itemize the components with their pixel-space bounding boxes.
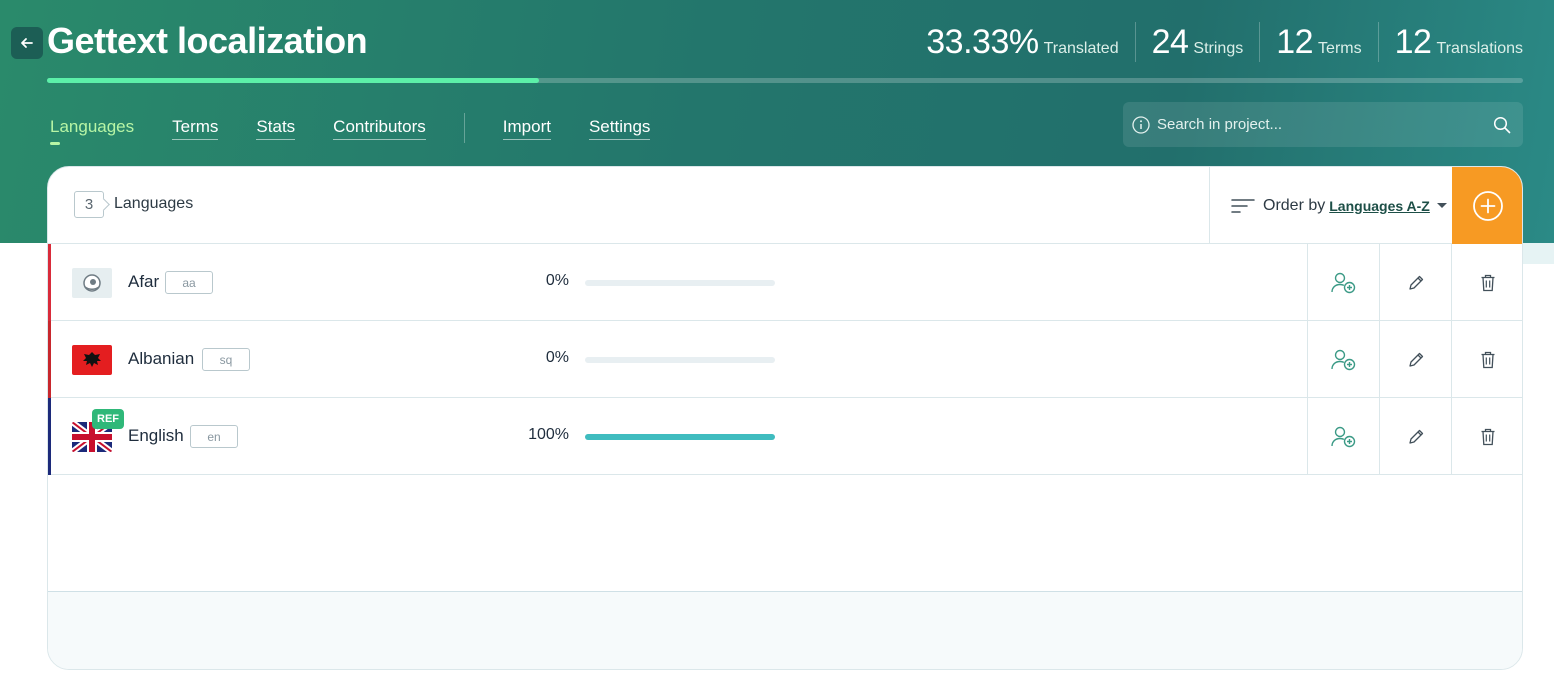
stat-label: Translations xyxy=(1436,40,1523,57)
stat-value: 12 xyxy=(1394,23,1432,61)
albania-flag xyxy=(72,345,112,375)
back-button[interactable] xyxy=(11,27,43,59)
project-tabs: Languages Terms Stats Contributors Impor… xyxy=(50,113,688,145)
stat-value: 33.33% xyxy=(926,23,1039,61)
search-input[interactable] xyxy=(1157,116,1493,133)
stat-label: Strings xyxy=(1193,40,1244,57)
tab-settings[interactable]: Settings xyxy=(588,117,651,140)
stat-value: 12 xyxy=(1276,23,1314,61)
tab-contributors[interactable]: Contributors xyxy=(333,117,426,140)
add-contributor-button[interactable] xyxy=(1307,321,1379,398)
row-accent xyxy=(48,321,51,398)
tab-languages[interactable]: Languages xyxy=(50,117,134,145)
add-contributor-icon xyxy=(1330,272,1355,293)
language-percent: 0% xyxy=(545,272,569,289)
add-contributor-icon xyxy=(1330,426,1355,447)
project-stats: 33.33% Translated 24 Strings 12 Terms 12… xyxy=(910,20,1523,62)
language-name[interactable]: Afar xyxy=(128,272,159,292)
stat-translated: 33.33% Translated xyxy=(910,22,1134,62)
add-contributor-icon xyxy=(1330,349,1355,370)
order-by-label: Order by xyxy=(1263,196,1326,214)
tab-import[interactable]: Import xyxy=(502,117,551,140)
afar-flag xyxy=(72,268,112,298)
delete-icon xyxy=(1481,428,1494,445)
languages-count: 3 xyxy=(74,191,104,218)
delete-button[interactable] xyxy=(1451,321,1522,398)
project-progress-fill xyxy=(47,78,539,83)
card-footer xyxy=(48,591,1522,669)
language-code: aa xyxy=(165,271,213,294)
edit-icon xyxy=(1408,275,1423,290)
stat-strings: 24 Strings xyxy=(1134,22,1260,62)
tab-terms[interactable]: Terms xyxy=(172,117,219,140)
row-accent xyxy=(48,244,51,321)
stat-translations: 12 Translations xyxy=(1377,22,1523,62)
languages-list-header: 3 Languages Order by Languages A-Z xyxy=(48,167,1522,244)
language-progress-bar xyxy=(585,357,775,363)
edit-icon xyxy=(1408,352,1423,367)
languages-count-label: Languages xyxy=(114,195,194,212)
language-progress-bar xyxy=(585,280,775,286)
arrow-left-icon xyxy=(21,38,33,48)
stat-label: Translated xyxy=(1043,40,1119,57)
stat-value: 24 xyxy=(1151,23,1189,61)
project-search xyxy=(1123,102,1523,147)
language-code: en xyxy=(190,425,238,448)
language-progress-bar xyxy=(585,434,775,440)
tab-stats[interactable]: Stats xyxy=(256,117,296,140)
stat-label: Terms xyxy=(1318,40,1362,57)
page-title: Gettext localization xyxy=(47,20,368,61)
chevron-down-icon xyxy=(1436,203,1447,208)
language-row[interactable]: Albanian sq 0% xyxy=(48,321,1522,398)
edit-button[interactable] xyxy=(1379,244,1451,321)
reference-badge: REF xyxy=(92,409,124,429)
order-by-dropdown[interactable]: Order by Languages A-Z xyxy=(1209,167,1452,244)
search-icon[interactable] xyxy=(1493,116,1511,134)
add-language-button[interactable] xyxy=(1452,167,1522,244)
delete-icon xyxy=(1481,351,1494,368)
tab-divider xyxy=(463,113,465,143)
info-icon[interactable] xyxy=(1131,115,1151,135)
edit-button[interactable] xyxy=(1379,321,1451,398)
project-progress-bar xyxy=(47,78,1523,83)
delete-button[interactable] xyxy=(1451,398,1522,475)
sort-icon xyxy=(1231,198,1255,213)
languages-card: 3 Languages Order by Languages A-Z Afar … xyxy=(47,166,1523,670)
language-percent: 100% xyxy=(528,426,569,443)
plus-circle-icon xyxy=(1473,190,1503,221)
order-by-value[interactable]: Languages A-Z xyxy=(1329,198,1430,214)
stat-terms: 12 Terms xyxy=(1259,22,1377,62)
language-progress-fill xyxy=(585,434,775,440)
add-contributor-button[interactable] xyxy=(1307,244,1379,321)
language-row[interactable]: REF English en 100% xyxy=(48,398,1522,475)
delete-icon xyxy=(1481,274,1494,291)
language-percent: 0% xyxy=(545,349,569,366)
language-name[interactable]: English xyxy=(128,426,184,446)
language-code: sq xyxy=(202,348,250,371)
edit-button[interactable] xyxy=(1379,398,1451,475)
edit-icon xyxy=(1408,429,1423,444)
header-edge xyxy=(1522,243,1554,264)
row-accent xyxy=(48,398,51,475)
language-name[interactable]: Albanian xyxy=(128,349,194,369)
language-row[interactable]: Afar aa 0% xyxy=(48,244,1522,321)
add-contributor-button[interactable] xyxy=(1307,398,1379,475)
delete-button[interactable] xyxy=(1451,244,1522,321)
